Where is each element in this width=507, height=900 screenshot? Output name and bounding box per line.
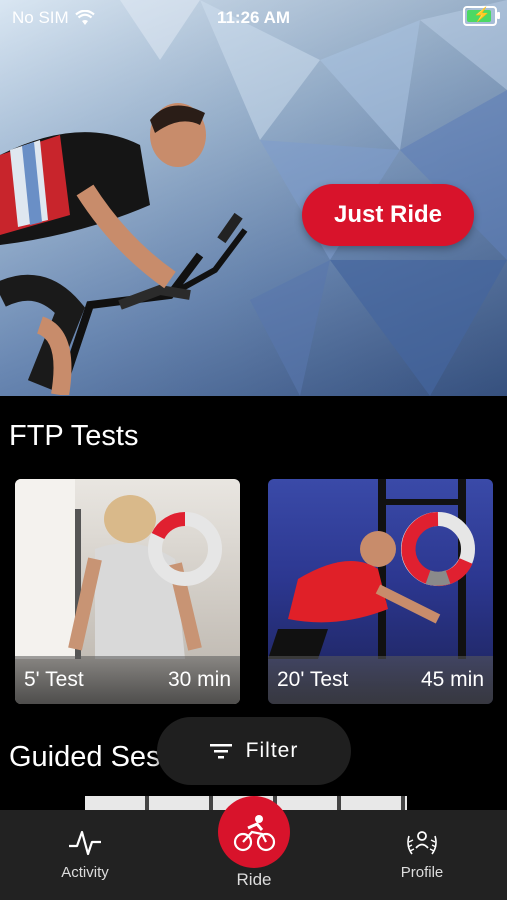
tab-activity-label: Activity — [61, 864, 109, 881]
card-footer: 5' Test 30 min — [15, 656, 240, 704]
tab-profile[interactable]: Profile — [387, 828, 457, 881]
card-duration: 45 min — [420, 668, 484, 691]
tab-ride[interactable] — [218, 796, 290, 868]
cyclist-image — [0, 103, 248, 395]
ftp-card-20-test[interactable]: 20' Test 45 min — [268, 479, 493, 704]
tab-ride-label: Ride — [236, 870, 272, 889]
tab-profile-label: Profile — [400, 864, 444, 881]
card-duration: 30 min — [167, 668, 231, 691]
card-title: 5' Test — [24, 668, 84, 691]
status-bar: No SIM 11:26 AM ⚡ — [0, 0, 507, 34]
ftp-tests-title: FTP Tests — [9, 420, 139, 452]
tab-activity[interactable]: Activity — [50, 828, 120, 881]
activity-pulse-icon — [69, 830, 101, 856]
just-ride-button[interactable]: Just Ride — [302, 184, 474, 246]
clock: 11:26 AM — [216, 8, 291, 27]
hero-banner: No SIM 11:26 AM ⚡ Just Ride — [0, 0, 507, 396]
intensity-donut-icon — [148, 512, 222, 586]
card-footer: 20' Test 45 min — [268, 656, 493, 704]
cyclist-icon — [233, 815, 276, 852]
card-title: 20' Test — [277, 668, 349, 691]
filter-label: Filter — [245, 739, 299, 762]
laurel-profile-icon — [407, 831, 437, 855]
battery-icon: ⚡ — [463, 6, 500, 26]
ftp-card-5-test[interactable]: 5' Test 30 min — [15, 479, 240, 704]
tab-bar: Activity Ride Profile — [0, 796, 507, 900]
intensity-donut-icon — [401, 512, 475, 586]
filter-button[interactable]: Filter — [157, 717, 351, 785]
filter-icon — [209, 744, 232, 759]
guided-sessions-title: Guided Ses — [9, 741, 161, 773]
